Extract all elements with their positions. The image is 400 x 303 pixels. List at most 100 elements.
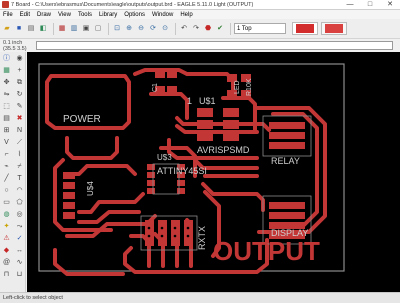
errors-icon[interactable]: ◆ — [1, 245, 12, 256]
drc-icon[interactable]: ✓ — [14, 233, 25, 244]
signal-icon[interactable]: ∿ — [14, 257, 25, 268]
paste-icon[interactable]: ▤ — [1, 113, 12, 124]
zoom-area-icon[interactable]: ⊙ — [160, 24, 170, 34]
run-icon[interactable]: ▢ — [93, 24, 103, 34]
zoom-out-icon[interactable]: ⊖ — [136, 24, 146, 34]
label-attiny: ATTINY45SI — [157, 166, 207, 176]
attribute-icon[interactable]: @ — [1, 257, 12, 268]
pad — [147, 180, 155, 186]
delete-icon[interactable]: ✖ — [14, 113, 25, 124]
show-icon[interactable]: ◉ — [14, 53, 25, 64]
wire-icon[interactable]: ╱ — [1, 173, 12, 184]
lock-icon[interactable]: ⊓ — [1, 269, 12, 280]
pad — [197, 120, 213, 129]
toolbar-separator — [230, 22, 231, 35]
ripup-icon[interactable]: ⌿ — [14, 161, 25, 172]
text-icon[interactable]: T — [14, 173, 25, 184]
status-text: Left-click to select object — [3, 295, 63, 301]
board-canvas[interactable]: POWER U$1 1 AVRISPSMD RELAY U$3 ATTINY45… — [27, 52, 400, 292]
zoom-fit-icon[interactable]: ⊡ — [112, 24, 122, 34]
board-icon[interactable]: ▦ — [57, 24, 67, 34]
pad — [269, 202, 305, 209]
mirror-icon[interactable]: ⇋ — [1, 89, 12, 100]
menu-bar: File Edit Draw View Tools Library Option… — [0, 10, 400, 19]
polygon-icon[interactable]: ⬠ — [14, 197, 25, 208]
split-icon[interactable]: ⌐ — [1, 149, 12, 160]
menu-window[interactable]: Window — [152, 12, 173, 18]
trace — [65, 214, 157, 238]
menu-tools[interactable]: Tools — [78, 12, 92, 18]
via-icon[interactable]: ◍ — [1, 209, 12, 220]
name-icon[interactable]: N — [14, 125, 25, 136]
info-icon[interactable]: ⓘ — [1, 53, 12, 64]
circle-icon[interactable]: ○ — [1, 185, 12, 196]
pad — [184, 220, 193, 246]
menu-file[interactable]: File — [3, 12, 13, 18]
pad — [145, 220, 154, 246]
trace — [185, 72, 235, 98]
label-us4: U$4 — [86, 181, 95, 196]
menu-options[interactable]: Options — [124, 12, 145, 18]
status-bar: Left-click to select object — [0, 292, 400, 303]
toolbar-separator — [53, 22, 54, 35]
smash-icon[interactable]: ⟋ — [14, 137, 25, 148]
title-bar: 7 Board - C:\Users\ebrasmus\Documents\ea… — [0, 0, 400, 10]
menu-draw[interactable]: Draw — [37, 12, 51, 18]
ratsnest-icon[interactable]: ✦ — [1, 221, 12, 232]
label-r10k: R10K — [246, 78, 253, 96]
schematic-icon[interactable]: ▥ — [69, 24, 79, 34]
display-icon[interactable]: ▦ — [1, 65, 12, 76]
toolbar-separator — [175, 22, 176, 35]
go-icon[interactable]: ✔ — [215, 24, 225, 34]
undo-icon[interactable]: ↶ — [179, 24, 189, 34]
pad — [269, 122, 305, 129]
minimize-button[interactable]: — — [340, 0, 360, 10]
script-icon[interactable]: ▣ — [81, 24, 91, 34]
stop-icon[interactable]: ⬣ — [203, 24, 213, 34]
copy-icon[interactable]: ⧉ — [14, 77, 25, 88]
pad — [177, 180, 185, 186]
hole-icon[interactable]: ◎ — [14, 209, 25, 220]
route-icon[interactable]: ⌁ — [1, 161, 12, 172]
add-icon[interactable]: ⊞ — [1, 125, 12, 136]
optimize-icon[interactable]: ⌇ — [14, 149, 25, 160]
arc-icon[interactable]: ◠ — [14, 185, 25, 196]
menu-library[interactable]: Library — [99, 12, 117, 18]
zoom-redraw-icon[interactable]: ⟳ — [148, 24, 158, 34]
menu-view[interactable]: View — [58, 12, 71, 18]
cam-icon[interactable]: ◧ — [38, 24, 48, 34]
meander-icon[interactable]: ⊔ — [14, 269, 25, 280]
maximize-button[interactable]: □ — [360, 0, 380, 10]
dimension-icon[interactable]: ↔ — [14, 245, 25, 256]
command-input[interactable] — [36, 41, 393, 50]
pad — [155, 70, 165, 78]
mark-icon[interactable]: + — [14, 65, 25, 76]
pad — [223, 108, 239, 117]
toolbar-separator — [108, 22, 109, 35]
value-icon[interactable]: V — [1, 137, 12, 148]
zoom-in-icon[interactable]: ⊕ — [124, 24, 134, 34]
pad — [197, 132, 213, 141]
autorouter-icon[interactable]: ⤳ — [14, 221, 25, 232]
redo-icon[interactable]: ↷ — [191, 24, 201, 34]
save-icon[interactable]: ■ — [14, 24, 24, 34]
erc-icon[interactable]: ⚠ — [1, 233, 12, 244]
move-icon[interactable]: ✥ — [1, 77, 12, 88]
eagle-app-icon — [2, 1, 9, 8]
menu-help[interactable]: Help — [180, 12, 192, 18]
close-button[interactable]: ✕ — [380, 0, 400, 10]
rotate-icon[interactable]: ↻ — [14, 89, 25, 100]
label-output: OUTPUT — [213, 236, 320, 266]
erc-badge-icon[interactable] — [321, 22, 347, 35]
group-icon[interactable]: ⬚ — [1, 101, 12, 112]
menu-edit[interactable]: Edit — [20, 12, 30, 18]
trace — [65, 164, 137, 176]
open-icon[interactable]: ▰ — [2, 24, 12, 34]
rect-icon[interactable]: ▭ — [1, 197, 12, 208]
drc-badge-icon[interactable] — [292, 22, 318, 35]
trace — [65, 136, 119, 160]
layer-select[interactable]: 1 Top — [234, 23, 286, 34]
change-icon[interactable]: ✎ — [14, 101, 25, 112]
print-icon[interactable]: ▤ — [26, 24, 36, 34]
label-led: LED — [234, 80, 241, 94]
